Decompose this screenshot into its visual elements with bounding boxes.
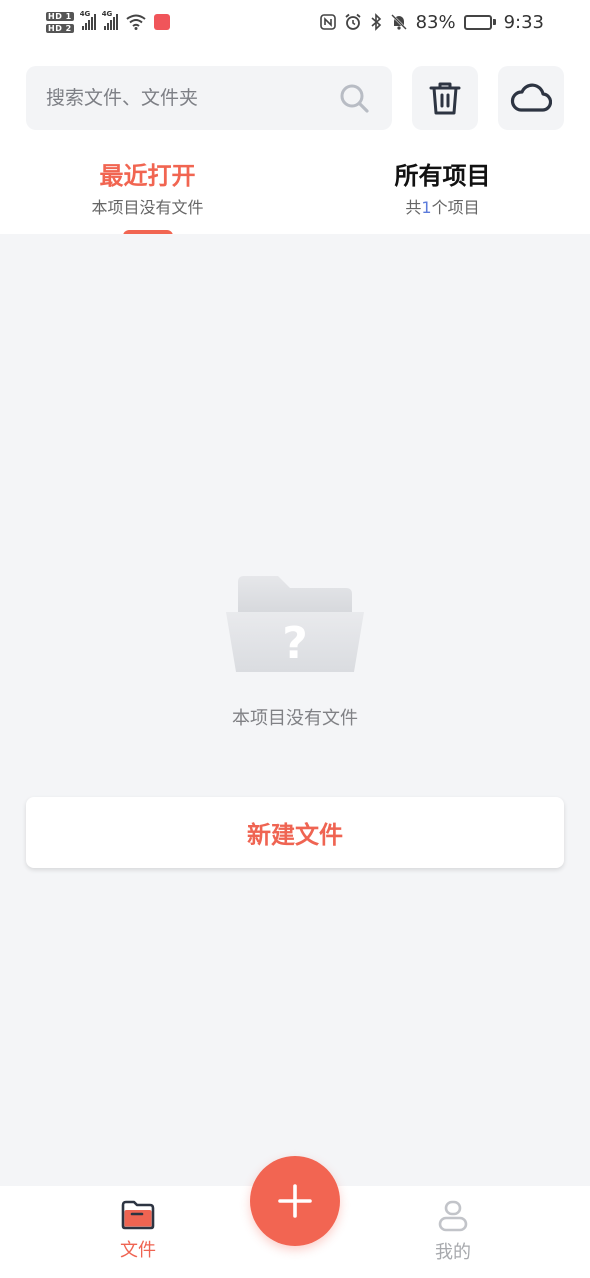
status-right: 83% 9:33 [319,11,544,33]
signal-icon-1: 4G [80,10,96,30]
trash-icon [429,82,461,115]
cloud-button[interactable] [498,66,564,130]
wifi-icon [126,14,146,30]
network-type-2: 4G [101,10,113,18]
status-left: HD 1 HD 2 4G 4G [46,10,170,33]
tab-recent[interactable]: 最近打开 本项目没有文件 [0,150,295,236]
empty-state-message: 本项目没有文件 [232,708,358,729]
file-list-area: ? 本项目没有文件 新建文件 [0,234,590,1186]
trash-button[interactable] [412,66,478,130]
tab-all-projects[interactable]: 所有项目 共1个项目 [295,150,590,234]
clock: 9:33 [503,11,544,33]
plus-icon [278,1184,312,1218]
tab-bar: 最近打开 本项目没有文件 所有项目 共1个项目 [0,150,590,236]
bluetooth-icon [371,13,381,31]
folder-icon [121,1200,155,1230]
network-type-1: 4G [79,10,91,18]
battery-percent: 83% [415,11,456,33]
cloud-icon [510,83,552,112]
status-bar: HD 1 HD 2 4G 4G 83% 9:33 [0,0,590,44]
add-fab-button[interactable] [250,1156,340,1246]
nfc-icon [319,14,336,30]
mute-bell-icon [390,14,407,30]
project-count: 1 [421,198,432,217]
tab-all-subtitle: 共1个项目 [405,194,479,218]
user-icon [438,1200,468,1232]
hd1-badge: HD 1 [46,11,74,21]
battery-icon [463,14,496,30]
top-toolbar [26,66,564,130]
nav-mine[interactable]: 我的 [413,1200,493,1264]
hd2-badge: HD 2 [46,23,74,33]
notification-app-icon [153,14,170,30]
alarm-icon [344,13,361,30]
count-prefix: 共 [405,198,422,217]
count-suffix: 个项目 [431,198,480,217]
folder-question-icon: ? [226,576,364,672]
search-input[interactable] [46,87,306,109]
new-file-button[interactable]: 新建文件 [26,797,564,868]
nav-files-label: 文件 [120,1240,156,1261]
hd-indicators: HD 1 HD 2 [46,11,74,33]
nav-files[interactable]: 文件 [98,1200,178,1262]
tab-recent-subtitle: 本项目没有文件 [91,198,204,217]
search-bar[interactable] [26,66,392,130]
svg-text:?: ? [282,618,308,669]
signal-icon-2: 4G [102,10,118,30]
search-icon[interactable] [338,82,370,114]
nav-mine-label: 我的 [435,1242,471,1263]
